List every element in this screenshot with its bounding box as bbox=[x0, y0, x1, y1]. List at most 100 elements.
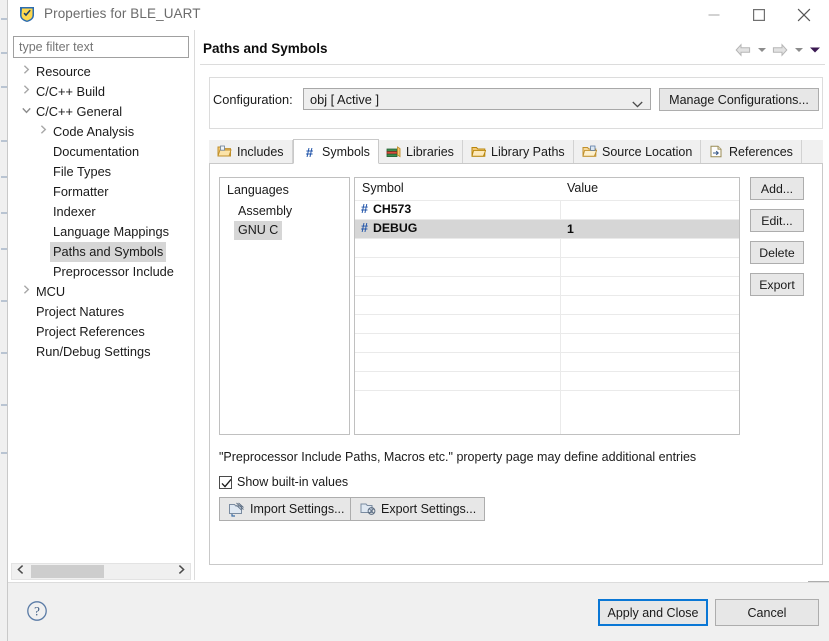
sidebar-item-formatter[interactable]: Formatter bbox=[11, 182, 191, 202]
includes-folder-icon bbox=[217, 145, 233, 159]
table-row-empty[interactable] bbox=[355, 333, 740, 352]
sidebar-item-label: Resource bbox=[33, 62, 94, 82]
language-item-gnu-c[interactable]: GNU C bbox=[234, 221, 282, 240]
window-title: Properties for BLE_UART bbox=[44, 6, 201, 21]
sidebar-item-project-natures[interactable]: Project Natures bbox=[11, 302, 191, 322]
manage-configurations-button[interactable]: Manage Configurations... bbox=[659, 88, 819, 111]
forward-arrow-icon[interactable] bbox=[770, 42, 790, 58]
configuration-label: Configuration: bbox=[213, 92, 293, 107]
minimize-icon[interactable] bbox=[691, 0, 736, 30]
table-row-empty[interactable] bbox=[355, 352, 740, 371]
table-row-empty[interactable] bbox=[355, 390, 740, 409]
sidebar-item-label: C/C++ General bbox=[33, 102, 125, 122]
cancel-button[interactable]: Cancel bbox=[715, 599, 819, 626]
chevron-left-icon[interactable] bbox=[12, 564, 29, 579]
help-question-icon[interactable]: ? bbox=[26, 600, 48, 622]
sidebar-item-label: Indexer bbox=[50, 202, 99, 222]
forward-dropdown-chevron-down-icon[interactable] bbox=[792, 42, 805, 58]
column-header-value: Value bbox=[567, 181, 598, 195]
sidebar-item-label: Project Natures bbox=[33, 302, 127, 322]
symbols-table[interactable]: Symbol Value #CH573#DEBUG1 bbox=[354, 177, 740, 435]
close-icon[interactable] bbox=[781, 0, 826, 30]
sidebar-item-c-c-general[interactable]: C/C++ General bbox=[11, 102, 191, 122]
page-title: Paths and Symbols bbox=[203, 41, 328, 56]
tab-references[interactable]: References bbox=[701, 140, 802, 164]
tab-includes[interactable]: Includes bbox=[209, 140, 293, 164]
sidebar-item-documentation[interactable]: Documentation bbox=[11, 142, 191, 162]
checkbox-box[interactable] bbox=[219, 476, 232, 489]
tab-libraries[interactable]: Libraries bbox=[378, 140, 463, 164]
table-row-empty[interactable] bbox=[355, 314, 740, 333]
preprocessor-hint-text: "Preprocessor Include Paths, Macros etc.… bbox=[219, 450, 696, 464]
settings-tree[interactable]: ResourceC/C++ BuildC/C++ GeneralCode Ana… bbox=[11, 62, 191, 561]
import-settings-label: Import Settings... bbox=[250, 502, 344, 516]
table-row-empty[interactable] bbox=[355, 238, 740, 257]
maximize-icon[interactable] bbox=[736, 0, 781, 30]
sidebar-item-indexer[interactable]: Indexer bbox=[11, 202, 191, 222]
export-settings-label: Export Settings... bbox=[381, 502, 476, 516]
chevron-right-icon[interactable] bbox=[173, 564, 190, 579]
symbol-name: DEBUG bbox=[373, 221, 417, 235]
table-row-empty[interactable] bbox=[355, 371, 740, 390]
tab-label: Libraries bbox=[406, 145, 454, 159]
chevron-right-icon[interactable] bbox=[19, 282, 33, 302]
sidebar-item-paths-and-symbols[interactable]: Paths and Symbols bbox=[11, 242, 191, 262]
sidebar-item-mcu[interactable]: MCU bbox=[11, 282, 191, 302]
sidebar-item-file-types[interactable]: File Types bbox=[11, 162, 191, 182]
chevron-right-icon[interactable] bbox=[36, 122, 50, 142]
title-bar: Properties for BLE_UART bbox=[8, 0, 829, 30]
view-menu-icon[interactable] bbox=[807, 42, 822, 58]
tree-horizontal-scrollbar[interactable] bbox=[11, 563, 191, 580]
export-button[interactable]: Export bbox=[750, 273, 804, 296]
delete-button[interactable]: Delete bbox=[750, 241, 804, 264]
sidebar-item-preprocessor-include[interactable]: Preprocessor Include bbox=[11, 262, 191, 282]
table-row-empty[interactable] bbox=[355, 295, 740, 314]
sidebar-item-code-analysis[interactable]: Code Analysis bbox=[11, 122, 191, 142]
back-dropdown-chevron-down-icon[interactable] bbox=[755, 42, 768, 58]
tab-label: Includes bbox=[237, 145, 284, 159]
tab-label: Symbols bbox=[322, 145, 370, 159]
configuration-dropdown[interactable]: obj [ Active ] bbox=[303, 88, 651, 110]
sidebar-item-c-c-build[interactable]: C/C++ Build bbox=[11, 82, 191, 102]
sidebar-item-run-debug-settings[interactable]: Run/Debug Settings bbox=[11, 342, 191, 362]
hash-icon: # bbox=[361, 221, 368, 235]
tab-source-location[interactable]: Source Location bbox=[574, 140, 701, 164]
table-row[interactable]: #CH573 bbox=[355, 200, 740, 219]
export-settings-button[interactable]: Export Settings... bbox=[350, 497, 485, 521]
svg-text:?: ? bbox=[34, 604, 40, 619]
languages-list[interactable]: Languages AssemblyGNU C bbox=[219, 177, 350, 435]
sidebar-item-label: Preprocessor Include bbox=[50, 262, 177, 282]
import-settings-button[interactable]: Import Settings... bbox=[219, 497, 353, 521]
chevron-down-icon[interactable] bbox=[19, 102, 33, 122]
add-button[interactable]: Add... bbox=[750, 177, 804, 200]
symbols-tab-panel: Languages AssemblyGNU C Symbol Value #CH… bbox=[209, 164, 823, 565]
back-arrow-icon[interactable] bbox=[733, 42, 753, 58]
language-item-label: Assembly bbox=[238, 204, 292, 218]
sidebar-item-label: Formatter bbox=[50, 182, 111, 202]
table-row-empty[interactable] bbox=[355, 276, 740, 295]
library-path-icon bbox=[471, 145, 487, 159]
table-row[interactable]: # DEBUG 1 bbox=[355, 219, 740, 238]
show-builtin-values-checkbox[interactable]: Show built-in values bbox=[219, 475, 348, 489]
title-separator bbox=[200, 64, 825, 65]
edit-button[interactable]: Edit... bbox=[750, 209, 804, 232]
tab-symbols[interactable]: # Symbols bbox=[293, 139, 379, 164]
chevron-right-icon[interactable] bbox=[19, 82, 33, 102]
mounriver-shield-icon bbox=[18, 5, 36, 23]
symbol-cell: # DEBUG bbox=[361, 221, 417, 235]
sidebar-item-label: Run/Debug Settings bbox=[33, 342, 154, 362]
language-item-assembly[interactable]: Assembly bbox=[234, 202, 296, 221]
tab-label: References bbox=[729, 145, 793, 159]
value-cell: 1 bbox=[567, 222, 574, 236]
apply-and-close-button[interactable]: Apply and Close bbox=[598, 599, 708, 626]
tab-library-paths[interactable]: Library Paths bbox=[463, 140, 574, 164]
table-row-empty[interactable] bbox=[355, 257, 740, 276]
chevron-right-icon[interactable] bbox=[19, 62, 33, 82]
scrollbar-thumb[interactable] bbox=[31, 565, 104, 578]
footer-separator bbox=[8, 582, 829, 583]
sidebar-item-project-references[interactable]: Project References bbox=[11, 322, 191, 342]
filter-input[interactable] bbox=[13, 36, 189, 58]
svg-text:#: # bbox=[306, 145, 314, 159]
sidebar-item-resource[interactable]: Resource bbox=[11, 62, 191, 82]
sidebar-item-language-mappings[interactable]: Language Mappings bbox=[11, 222, 191, 242]
